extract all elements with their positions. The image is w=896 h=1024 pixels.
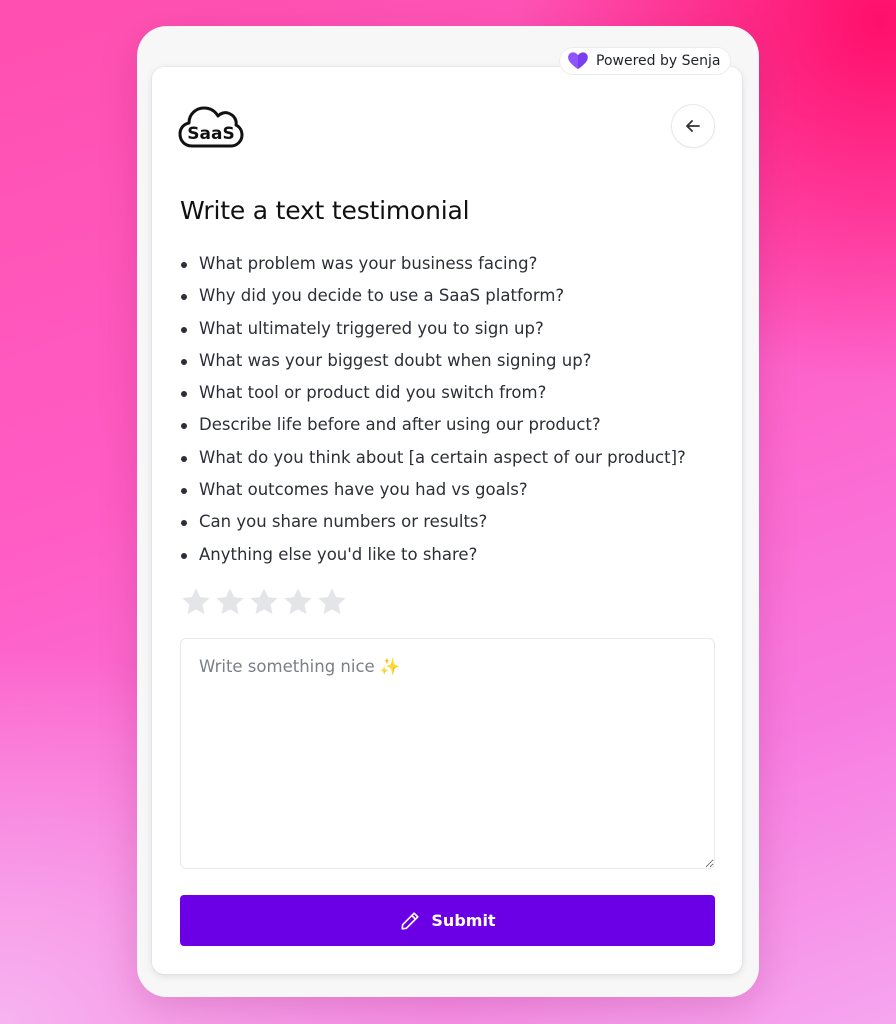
saas-logo: SaaS [178,106,244,148]
star-icon[interactable] [214,586,246,618]
prompt-item: What ultimately triggered you to sign up… [180,313,740,345]
submit-button[interactable]: Submit [180,895,715,946]
arrow-left-icon [686,120,700,132]
logo-text: SaaS [187,124,234,144]
submit-label: Submit [431,911,496,930]
powered-by-label: Powered by Senja [596,53,721,69]
prompt-item: Anything else you'd like to share? [180,539,740,571]
prompt-item: Can you share numbers or results? [180,506,740,538]
prompt-item: Why did you decide to use a SaaS platfor… [180,280,740,312]
prompt-list: What problem was your business facing? W… [180,248,740,571]
star-rating [180,586,348,618]
heart-icon [568,52,588,70]
page-title: Write a text testimonial [180,196,470,225]
pencil-icon [401,911,420,930]
star-icon[interactable] [282,586,314,618]
prompt-item: Describe life before and after using our… [180,409,740,441]
testimonial-textarea[interactable] [180,638,715,869]
star-icon[interactable] [180,586,212,618]
star-icon[interactable] [248,586,280,618]
star-icon[interactable] [316,586,348,618]
prompt-item: What was your biggest doubt when signing… [180,345,740,377]
powered-by-badge[interactable]: Powered by Senja [559,47,732,75]
prompt-item: What tool or product did you switch from… [180,377,740,409]
prompt-item: What outcomes have you had vs goals? [180,474,740,506]
prompt-item: What problem was your business facing? [180,248,740,280]
back-button[interactable] [671,104,715,148]
prompt-item: What do you think about [a certain aspec… [180,442,740,474]
